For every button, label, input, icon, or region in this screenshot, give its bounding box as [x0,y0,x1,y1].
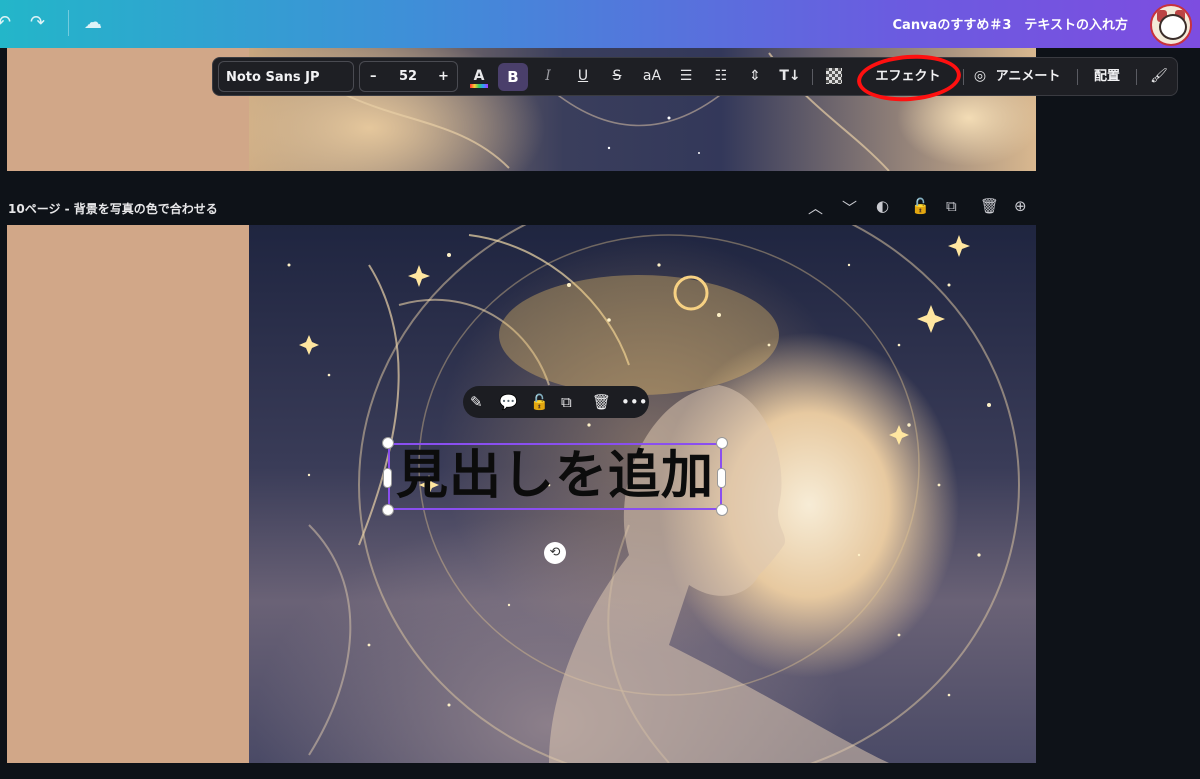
text-color-button[interactable]: A [468,58,490,95]
cloud-icon[interactable]: ☁ [84,12,102,33]
bold-button[interactable]: B [498,63,528,91]
paint-roller-icon[interactable]: 🖌 [1147,58,1171,95]
resize-handle-left[interactable] [383,468,392,488]
add-page-icon[interactable]: ⊕ [1014,197,1027,215]
strikethrough-button[interactable]: S [606,58,628,95]
chevron-down-icon[interactable]: ﹀ [842,197,857,218]
resize-handle-bottom-left[interactable] [382,504,394,516]
trash-icon[interactable]: 🗑 [980,197,999,215]
top-bar: ↶ ↷ ☁ Canvaのすすめ＃3 テキストの入れ方 [0,0,1200,48]
comment-icon[interactable]: 💬 [499,386,518,418]
font-size-input[interactable]: 52 [399,62,417,91]
selection-frame [388,443,722,510]
divider [1077,69,1078,85]
color-bar [470,84,488,88]
position-button[interactable]: 配置 [1087,58,1127,95]
underline-button[interactable]: U [572,58,594,95]
chevron-up-icon[interactable]: ︿ [808,197,823,218]
duplicate-page-icon[interactable]: ⧉ [946,197,957,215]
resize-handle-right[interactable] [717,468,726,488]
animate-button[interactable]: アニメート [992,58,1064,95]
font-size-increase-button[interactable]: + [438,62,449,91]
resize-handle-top-right[interactable] [716,437,728,449]
divider [68,10,69,36]
page-title[interactable]: 10ページ - 背景を写真の色で合わせる [8,200,218,217]
divider [963,69,964,85]
italic-button[interactable]: I [537,58,559,95]
redo-icon[interactable]: ↷ [30,12,45,33]
letter-case-button[interactable]: aA [639,58,665,95]
divider [1136,69,1137,85]
vertical-text-icon[interactable]: T↓ [778,58,802,95]
resize-handle-top-left[interactable] [382,437,394,449]
list-icon[interactable]: ☷ [710,58,732,95]
magic-edit-icon[interactable]: ✎ [470,386,483,418]
hide-page-icon[interactable]: ◐ [876,197,889,215]
font-family-dropdown[interactable]: Noto Sans JP [218,61,354,92]
rotate-icon[interactable]: ⟲ [544,542,566,564]
transparency-icon[interactable] [822,58,846,95]
document-title[interactable]: Canvaのすすめ＃3 テキストの入れ方 [893,14,1128,33]
element-context-toolbar: ✎ 💬 🔓 ⧉ 🗑 ••• [463,386,649,418]
font-size-decrease-button[interactable]: – [370,62,377,91]
spacing-icon[interactable]: ⇕ [744,58,766,95]
text-toolbar: Noto Sans JP – 52 + A B I U S aA ☰ ☷ ⇕ T… [212,51,1178,105]
font-size-control: – 52 + [359,61,458,92]
resize-handle-bottom-right[interactable] [716,504,728,516]
divider [812,69,813,85]
animate-icon: ◎ [973,68,987,84]
lock-icon[interactable]: 🔓 [911,197,930,215]
avatar[interactable] [1150,4,1192,46]
undo-icon[interactable]: ↶ [0,12,11,33]
lock-icon[interactable]: 🔓 [530,386,549,418]
duplicate-icon[interactable]: ⧉ [561,386,572,418]
more-options-icon[interactable]: ••• [621,386,648,418]
align-center-icon[interactable]: ☰ [675,58,697,95]
trash-icon[interactable]: 🗑 [592,386,611,418]
